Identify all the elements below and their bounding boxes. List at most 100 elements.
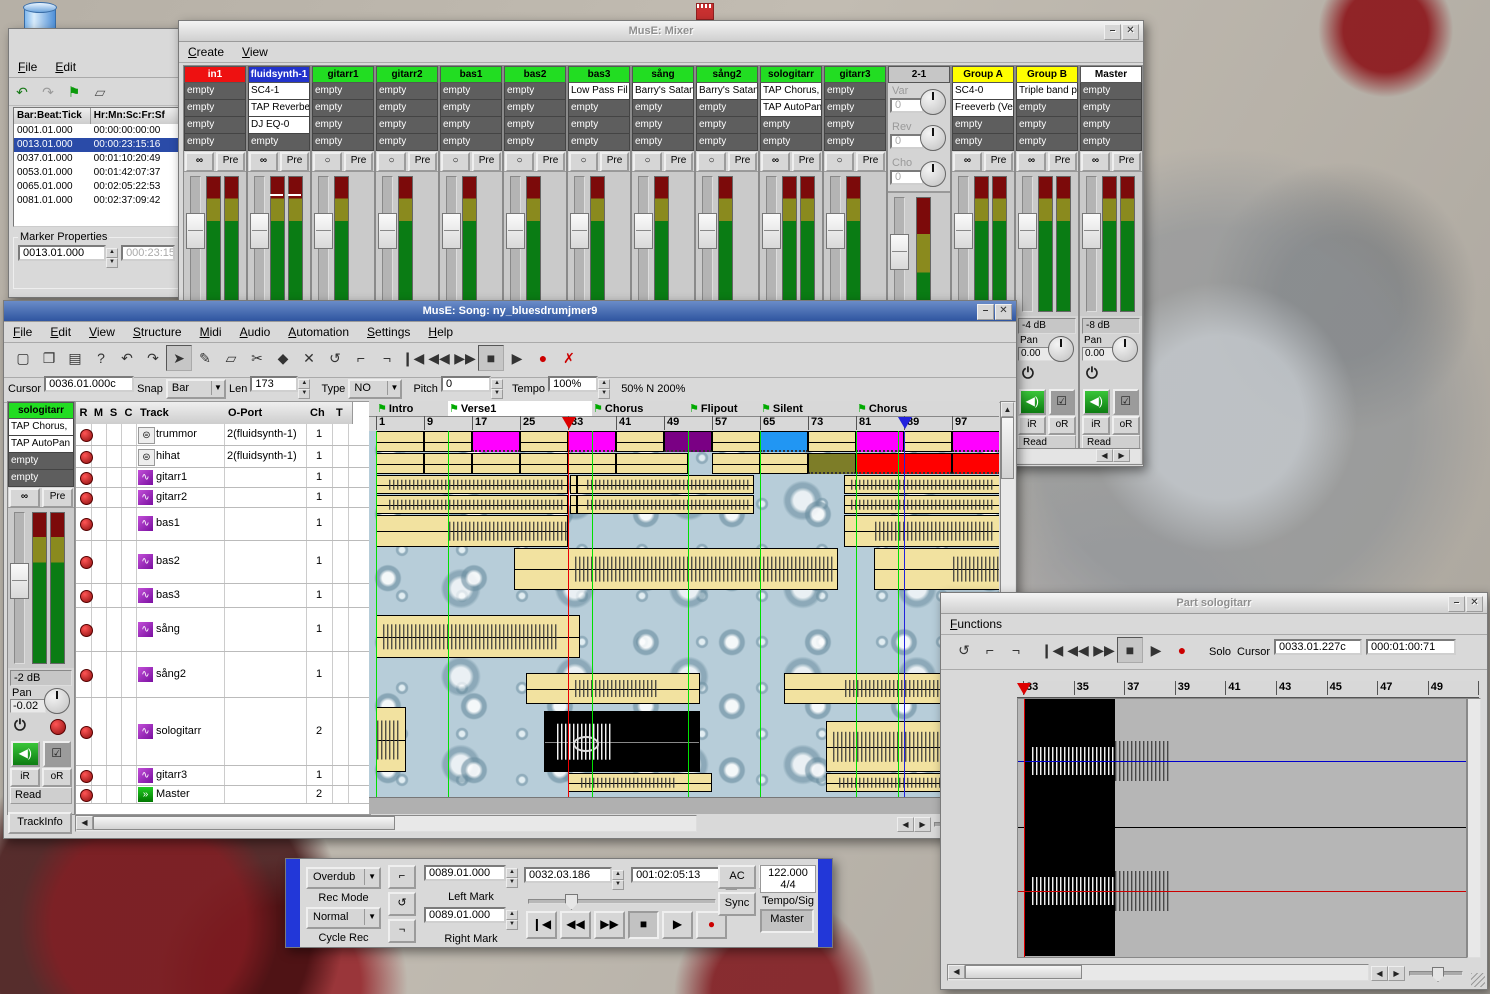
effect-slot[interactable]: Barry's Satan — [632, 83, 694, 100]
stereo-toggle-icon[interactable]: ∞ — [1017, 152, 1046, 172]
trackinfo-toggle-button[interactable]: TrackInfo — [8, 812, 72, 834]
pre-button[interactable]: Pre — [42, 488, 73, 508]
effect-slot[interactable]: empty — [312, 134, 374, 151]
fader-handle[interactable] — [442, 213, 461, 249]
record-arm-icon[interactable] — [80, 472, 93, 485]
effect-slot[interactable]: empty — [952, 134, 1014, 151]
add-marker-flag-icon[interactable]: ⚑ — [61, 79, 87, 105]
stereo-toggle-icon[interactable]: ○ — [633, 152, 662, 172]
hscroll-thumb[interactable] — [93, 816, 395, 830]
pre-button[interactable]: Pre — [408, 152, 437, 172]
marker-row[interactable]: 0001.01.00000:00:00:00:00 — [14, 124, 182, 138]
effect-slot[interactable]: TAP Reverbe — [248, 100, 310, 117]
mixer-strip-label[interactable]: bas3 — [568, 66, 630, 83]
effect-slot[interactable]: empty — [504, 83, 566, 100]
record-arm-icon[interactable] — [80, 624, 93, 637]
delete-marker-icon[interactable]: ▱ — [87, 79, 113, 105]
punch-out-icon[interactable]: ¬ — [374, 345, 400, 371]
effect-slot[interactable]: empty — [1080, 117, 1142, 134]
track-row-bas2[interactable]: ∿bas21 — [76, 541, 370, 584]
record-arm-icon[interactable] — [50, 719, 66, 735]
effect-slot[interactable]: empty — [184, 117, 246, 134]
track-row-bas1[interactable]: ∿bas11 — [76, 508, 370, 541]
record-arm-icon[interactable] — [80, 726, 93, 739]
fader-handle[interactable] — [634, 213, 653, 249]
marker-row[interactable]: 0053.01.00000:01:42:07:37 — [14, 166, 182, 180]
part-trummor[interactable] — [760, 431, 808, 452]
fader-handle[interactable] — [378, 213, 397, 249]
menu-midi[interactable]: Midi — [191, 322, 231, 342]
effect-slot[interactable]: empty — [440, 134, 502, 151]
part-gitarr2[interactable] — [570, 495, 577, 514]
fader-handle[interactable] — [1018, 213, 1037, 249]
whats-this-icon[interactable]: ? — [88, 345, 114, 371]
fader-handle[interactable] — [314, 213, 333, 249]
forward-icon[interactable]: ▶▶ — [452, 345, 478, 371]
rewind-start-icon[interactable]: ❙◀ — [1039, 637, 1065, 663]
panic-icon[interactable]: ✗ — [556, 345, 582, 371]
tempo-field[interactable]: 100% — [548, 376, 598, 392]
power-icon[interactable]: ⏻ — [1086, 365, 1098, 382]
punch-in-icon[interactable]: ⌐ — [388, 865, 416, 889]
wave-hscrollbar[interactable]: ◀ — [947, 964, 1369, 981]
pointer-tool-icon[interactable]: ➤ — [166, 345, 192, 371]
effect-slot[interactable]: empty — [184, 83, 246, 100]
output-routing-button[interactable]: oR — [1112, 416, 1140, 435]
scroll-left-icon[interactable]: ◀ — [1096, 449, 1113, 462]
stereo-toggle-icon[interactable]: ○ — [505, 152, 534, 172]
part-gitarr2[interactable] — [577, 495, 754, 514]
effect-slot[interactable]: empty — [312, 100, 374, 117]
mixer-strip-label[interactable]: sång2 — [696, 66, 758, 83]
effect-slot[interactable]: empty — [568, 100, 630, 117]
fader-handle[interactable] — [762, 213, 781, 249]
effect-slot[interactable]: TAP AutoPan — [8, 436, 74, 453]
wave-zoom-left-icon[interactable]: ◀ — [1371, 966, 1388, 981]
part-gitarr3[interactable] — [568, 773, 712, 792]
aux-send-knob[interactable] — [920, 125, 946, 151]
record-arm-icon[interactable] — [80, 451, 93, 464]
fader-handle[interactable] — [250, 213, 269, 249]
effect-slot[interactable]: empty — [696, 100, 758, 117]
loop-icon[interactable]: ↺ — [322, 345, 348, 371]
stereo-toggle-icon[interactable]: ∞ — [953, 152, 982, 172]
stereo-toggle-icon[interactable]: ∞ — [249, 152, 278, 172]
part-gitarr1[interactable] — [577, 475, 754, 494]
canvas-hscrollbar[interactable]: ◀ — [75, 815, 697, 832]
pre-button[interactable]: Pre — [536, 152, 565, 172]
mixer-strip-label[interactable]: gitarr3 — [824, 66, 886, 83]
left-mark-field[interactable]: 0089.01.000 — [424, 865, 506, 881]
part-trummor[interactable] — [712, 431, 760, 452]
menu-structure[interactable]: Structure — [124, 322, 191, 342]
menu-settings[interactable]: Settings — [358, 322, 419, 342]
wave-zoom-slider[interactable] — [1409, 971, 1463, 976]
marker-row[interactable]: 0081.01.00000:02:37:09:42 — [14, 194, 182, 208]
effect-slot[interactable]: empty — [632, 117, 694, 134]
stereo-toggle-icon[interactable]: ∞ — [761, 152, 790, 172]
part-gitarr1[interactable] — [844, 475, 999, 494]
undo-icon[interactable]: ↶ — [9, 79, 35, 105]
stop-button[interactable]: ■ — [628, 911, 659, 939]
master-button[interactable]: Master — [760, 909, 814, 933]
part-bas1[interactable] — [844, 515, 999, 547]
rec-mode-combo[interactable]: Overdub▼ — [306, 867, 381, 889]
stop-icon[interactable]: ■ — [478, 345, 504, 371]
effect-slot[interactable]: empty — [824, 134, 886, 151]
aux-send-knob[interactable] — [920, 161, 946, 187]
speaker-icon[interactable]: ◀) — [11, 741, 40, 767]
record-arm-icon[interactable] — [80, 590, 93, 603]
pre-button[interactable]: Pre — [984, 152, 1013, 172]
part-hihat[interactable] — [520, 453, 568, 474]
effect-slot[interactable]: SC4-1 — [248, 83, 310, 100]
scroll-right-icon[interactable]: ▶ — [1113, 449, 1130, 462]
part-bas2[interactable] — [874, 548, 999, 590]
play-icon[interactable]: ▶ — [1143, 637, 1169, 663]
cycle-rec-combo[interactable]: Normal▼ — [306, 907, 381, 929]
effect-slot[interactable]: TAP Chorus, — [8, 419, 74, 436]
eraser-tool-icon[interactable]: ▱ — [218, 345, 244, 371]
mixer-strip-label[interactable]: sologitarr — [760, 66, 822, 83]
track-row-Master[interactable]: »Master2 — [76, 786, 370, 804]
marker-flag[interactable]: Intro — [377, 402, 413, 415]
part-hihat[interactable] — [712, 453, 760, 474]
minimize-icon[interactable]: – — [977, 304, 994, 320]
effect-slot[interactable]: empty — [504, 134, 566, 151]
